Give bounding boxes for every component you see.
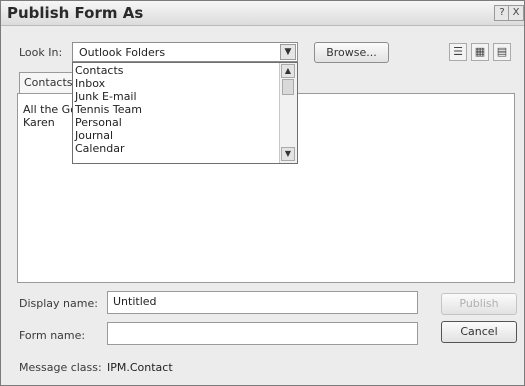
dropdown-item-calendar[interactable]: Calendar	[75, 142, 124, 155]
form-name-field[interactable]	[107, 322, 418, 345]
look-in-label: Look In:	[19, 46, 63, 59]
dropdown-item-contacts[interactable]: Contacts	[75, 64, 124, 77]
close-button[interactable]: X	[508, 5, 524, 21]
scrollbar-thumb[interactable]	[282, 79, 294, 95]
dialog-title: Publish Form As	[7, 4, 144, 22]
dropdown-scrollbar[interactable]: ▲ ▼	[279, 63, 297, 163]
look-in-value: Outlook Folders	[79, 46, 166, 59]
properties-view-icon[interactable]: ▤	[493, 43, 511, 61]
list-item[interactable]: Karen	[23, 116, 55, 129]
display-name-label: Display name:	[19, 297, 98, 310]
view-toggle-group: ☰ ▦ ▤	[447, 41, 519, 63]
details-view-icon[interactable]: ▦	[471, 43, 489, 61]
message-class-value: IPM.Contact	[107, 361, 173, 374]
scroll-up-icon[interactable]: ▲	[281, 64, 295, 78]
message-class-label: Message class:	[19, 361, 102, 374]
dropdown-item-tennis-team[interactable]: Tennis Team	[75, 103, 142, 116]
list-item[interactable]: All the Go	[23, 103, 77, 116]
dropdown-item-inbox[interactable]: Inbox	[75, 77, 105, 90]
chevron-down-icon[interactable]: ▼	[280, 44, 296, 60]
look-in-dropdown-list: Contacts Inbox Junk E-mail Tennis Team P…	[72, 62, 298, 164]
form-name-label: Form name:	[19, 329, 86, 342]
dropdown-item-personal[interactable]: Personal	[75, 116, 122, 129]
cancel-button[interactable]: Cancel	[441, 321, 517, 343]
title-bar: Publish Form As ? X	[1, 1, 524, 26]
scroll-down-icon[interactable]: ▼	[281, 147, 295, 161]
browse-button[interactable]: Browse...	[314, 42, 389, 63]
look-in-combobox[interactable]: Outlook Folders ▼	[72, 42, 298, 62]
list-view-icon[interactable]: ☰	[449, 43, 467, 61]
dropdown-item-journal[interactable]: Journal	[75, 129, 113, 142]
tab-contacts[interactable]: Contacts	[19, 72, 79, 93]
publish-form-dialog: Publish Form As ? X Look In: Outlook Fol…	[0, 0, 525, 386]
dropdown-item-junk-email[interactable]: Junk E-mail	[75, 90, 137, 103]
publish-button[interactable]: Publish	[441, 293, 517, 315]
display-name-field[interactable]: Untitled	[107, 291, 418, 314]
